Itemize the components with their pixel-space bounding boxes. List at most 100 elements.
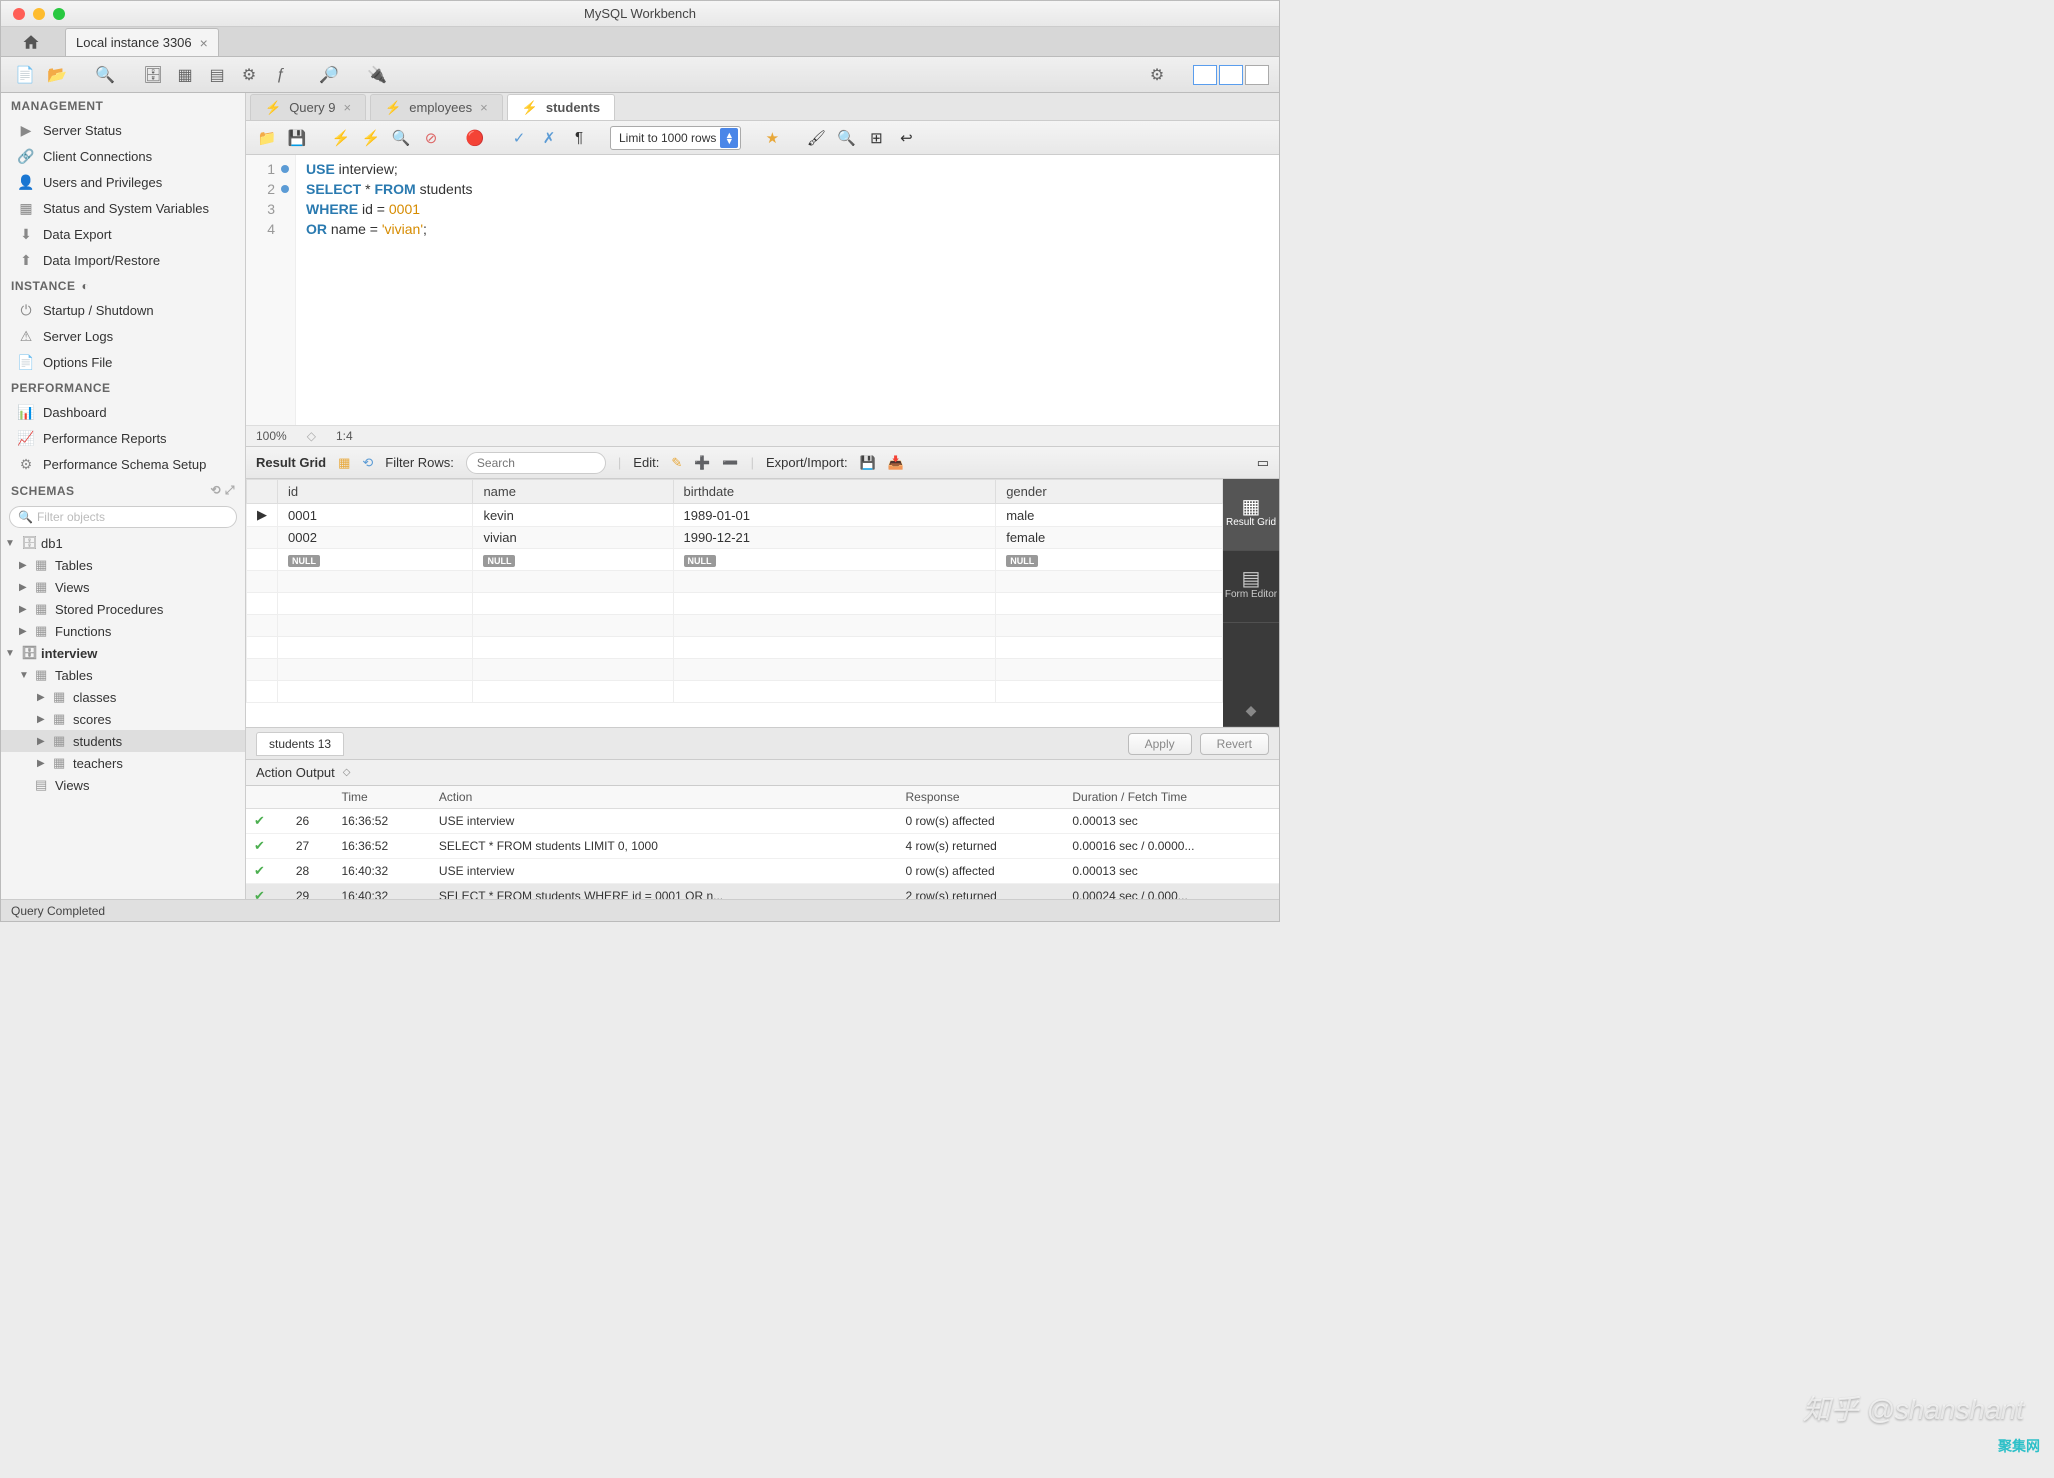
table-row-null[interactable]: NULLNULLNULLNULL — [247, 549, 1223, 571]
action-output-row[interactable]: ✔2816:40:32USE interview0 row(s) affecte… — [246, 859, 1279, 884]
side-tab-form-editor[interactable]: ▤Form Editor — [1223, 551, 1279, 623]
refresh-icon[interactable]: ⟲ — [362, 455, 373, 471]
col-birthdate[interactable]: birthdate — [673, 480, 996, 504]
new-sql-tab-button[interactable]: 📄 — [11, 61, 39, 89]
close-window-button[interactable] — [13, 8, 25, 20]
open-sql-button[interactable]: 📂 — [43, 61, 71, 89]
action-output-table[interactable]: TimeActionResponseDuration / Fetch Time✔… — [246, 786, 1279, 899]
tree-tables-interview[interactable]: ▼▦Tables — [1, 664, 245, 686]
action-output-row[interactable]: ✔2916:40:32SELECT * FROM students WHERE … — [246, 884, 1279, 900]
sidebar-item-data-import-restore[interactable]: ⬆Data Import/Restore — [1, 247, 245, 273]
edit-row-icon[interactable]: ✎ — [671, 455, 682, 471]
panel-bottom-button[interactable] — [1219, 65, 1243, 85]
execute-current-button[interactable]: ⚡ — [358, 125, 384, 151]
home-button[interactable] — [1, 28, 61, 56]
col-gender[interactable]: gender — [996, 480, 1223, 504]
sidebar-item-server-status[interactable]: ▶Server Status — [1, 117, 245, 143]
close-icon[interactable]: × — [343, 100, 351, 115]
sidebar-item-options-file[interactable]: 📄Options File — [1, 349, 245, 375]
reconnect-button[interactable]: 🔌 — [363, 61, 391, 89]
tree-stored-procedures-db1[interactable]: ▶▦Stored Procedures — [1, 598, 245, 620]
export-icon[interactable]: 💾 — [860, 455, 876, 471]
import-icon[interactable]: 📥 — [888, 455, 904, 471]
tree-db-interview[interactable]: ▼🗄interview — [1, 642, 245, 664]
action-output-row[interactable]: ✔2616:36:52USE interview0 row(s) affecte… — [246, 809, 1279, 834]
query-tab-employees[interactable]: ⚡employees× — [370, 94, 503, 120]
save-button[interactable]: 💾 — [284, 125, 310, 151]
create-schema-button[interactable]: 🗄 — [139, 61, 167, 89]
code-area[interactable]: USE interview; SELECT * FROM students WH… — [296, 155, 483, 425]
sidebar-item-dashboard[interactable]: 📊Dashboard — [1, 399, 245, 425]
add-row-icon[interactable]: ➕ — [694, 455, 710, 471]
tree-tables-db1[interactable]: ▶▦Tables — [1, 554, 245, 576]
grid-view-icon[interactable]: ▦ — [338, 455, 350, 471]
open-file-button[interactable]: 📁 — [254, 125, 280, 151]
toggle-whitespace-button[interactable]: ¶ — [566, 125, 592, 151]
schema-refresh-icon[interactable]: ⟲ ⤢ — [211, 483, 236, 498]
wrap-cell-icon[interactable]: ▭ — [1257, 455, 1269, 471]
table-row[interactable]: 0002vivian1990-12-21female — [247, 527, 1223, 549]
filter-rows-input[interactable] — [466, 452, 606, 474]
inspector-button[interactable]: 🔍 — [91, 61, 119, 89]
action-output-dropdown-icon[interactable]: ◇ — [343, 767, 351, 778]
create-function-button[interactable]: ƒ — [267, 61, 295, 89]
close-icon[interactable]: × — [200, 35, 208, 51]
create-view-button[interactable]: ▤ — [203, 61, 231, 89]
find-button[interactable]: 🖌 — [803, 125, 829, 151]
beautify-button[interactable]: ★ — [759, 125, 785, 151]
create-table-button[interactable]: ▦ — [171, 61, 199, 89]
tree-table-teachers[interactable]: ▶▦teachers — [1, 752, 245, 774]
commit-button[interactable]: ✓ — [506, 125, 532, 151]
sidebar-item-performance-reports[interactable]: 📈Performance Reports — [1, 425, 245, 451]
query-tab-query-9[interactable]: ⚡Query 9× — [250, 94, 366, 120]
result-grid[interactable]: idnamebirthdategender▶0001kevin1989-01-0… — [246, 479, 1223, 727]
query-tab-students[interactable]: ⚡students — [507, 94, 615, 120]
close-icon[interactable]: × — [480, 100, 488, 115]
rollback-button[interactable]: ✗ — [536, 125, 562, 151]
delete-row-icon[interactable]: ➖ — [722, 455, 738, 471]
search-button[interactable]: 🔎 — [315, 61, 343, 89]
toggle-autocommit-button[interactable]: 🔴 — [462, 125, 488, 151]
limit-rows-select[interactable]: Limit to 1000 rows ▲▼ — [610, 126, 741, 150]
connection-tab[interactable]: Local instance 3306 × — [65, 28, 219, 56]
side-tab-nav[interactable]: ◆ — [1223, 623, 1279, 727]
sidebar-item-users-and-privileges[interactable]: 👤Users and Privileges — [1, 169, 245, 195]
maximize-window-button[interactable] — [53, 8, 65, 20]
filter-objects-input[interactable]: 🔍 Filter objects — [9, 506, 237, 528]
sidebar-item-performance-schema-setup[interactable]: ⚙Performance Schema Setup — [1, 451, 245, 477]
tree-table-students[interactable]: ▶▦students — [1, 730, 245, 752]
tree-functions-db1[interactable]: ▶▦Functions — [1, 620, 245, 642]
wrap-button[interactable]: ↩ — [893, 125, 919, 151]
table-row[interactable]: ▶0001kevin1989-01-01male — [247, 504, 1223, 527]
explain-button[interactable]: 🔍 — [388, 125, 414, 151]
minimize-window-button[interactable] — [33, 8, 45, 20]
tree-views-db1[interactable]: ▶▦Views — [1, 576, 245, 598]
col-id[interactable]: id — [278, 480, 473, 504]
tree-views-interview[interactable]: ▤Views — [1, 774, 245, 796]
stop-button[interactable]: ⊘ — [418, 125, 444, 151]
sidebar-item-server-logs[interactable]: ⚠Server Logs — [1, 323, 245, 349]
panel-right-button[interactable] — [1245, 65, 1269, 85]
execute-button[interactable]: ⚡ — [328, 125, 354, 151]
col-name[interactable]: name — [473, 480, 673, 504]
result-tab[interactable]: students 13 — [256, 732, 344, 756]
settings-icon[interactable]: ⚙ — [1143, 61, 1171, 89]
sidebar-item-data-export[interactable]: ⬇Data Export — [1, 221, 245, 247]
tree-table-scores[interactable]: ▶▦scores — [1, 708, 245, 730]
action-output-row[interactable]: ✔2716:36:52SELECT * FROM students LIMIT … — [246, 834, 1279, 859]
create-procedure-button[interactable]: ⚙ — [235, 61, 263, 89]
search-code-button[interactable]: 🔍 — [833, 125, 859, 151]
tree-table-classes[interactable]: ▶▦classes — [1, 686, 245, 708]
sidebar-item-startup-shutdown[interactable]: ⏻Startup / Shutdown — [1, 297, 245, 323]
panel-left-button[interactable] — [1193, 65, 1217, 85]
tree-db-db1[interactable]: ▼🗄db1 — [1, 532, 245, 554]
zoom-level[interactable]: 100% — [256, 429, 287, 443]
sidebar-item-client-connections[interactable]: 🔗Client Connections — [1, 143, 245, 169]
invisible-chars-button[interactable]: ⊞ — [863, 125, 889, 151]
sql-editor[interactable]: 1234 USE interview; SELECT * FROM studen… — [246, 155, 1279, 425]
revert-button[interactable]: Revert — [1200, 733, 1269, 755]
apply-button[interactable]: Apply — [1128, 733, 1192, 755]
sidebar-item-status-and-system-variables[interactable]: ▦Status and System Variables — [1, 195, 245, 221]
sidebar: MANAGEMENT ▶Server Status🔗Client Connect… — [1, 93, 246, 899]
side-tab-result-grid[interactable]: ▦Result Grid — [1223, 479, 1279, 551]
